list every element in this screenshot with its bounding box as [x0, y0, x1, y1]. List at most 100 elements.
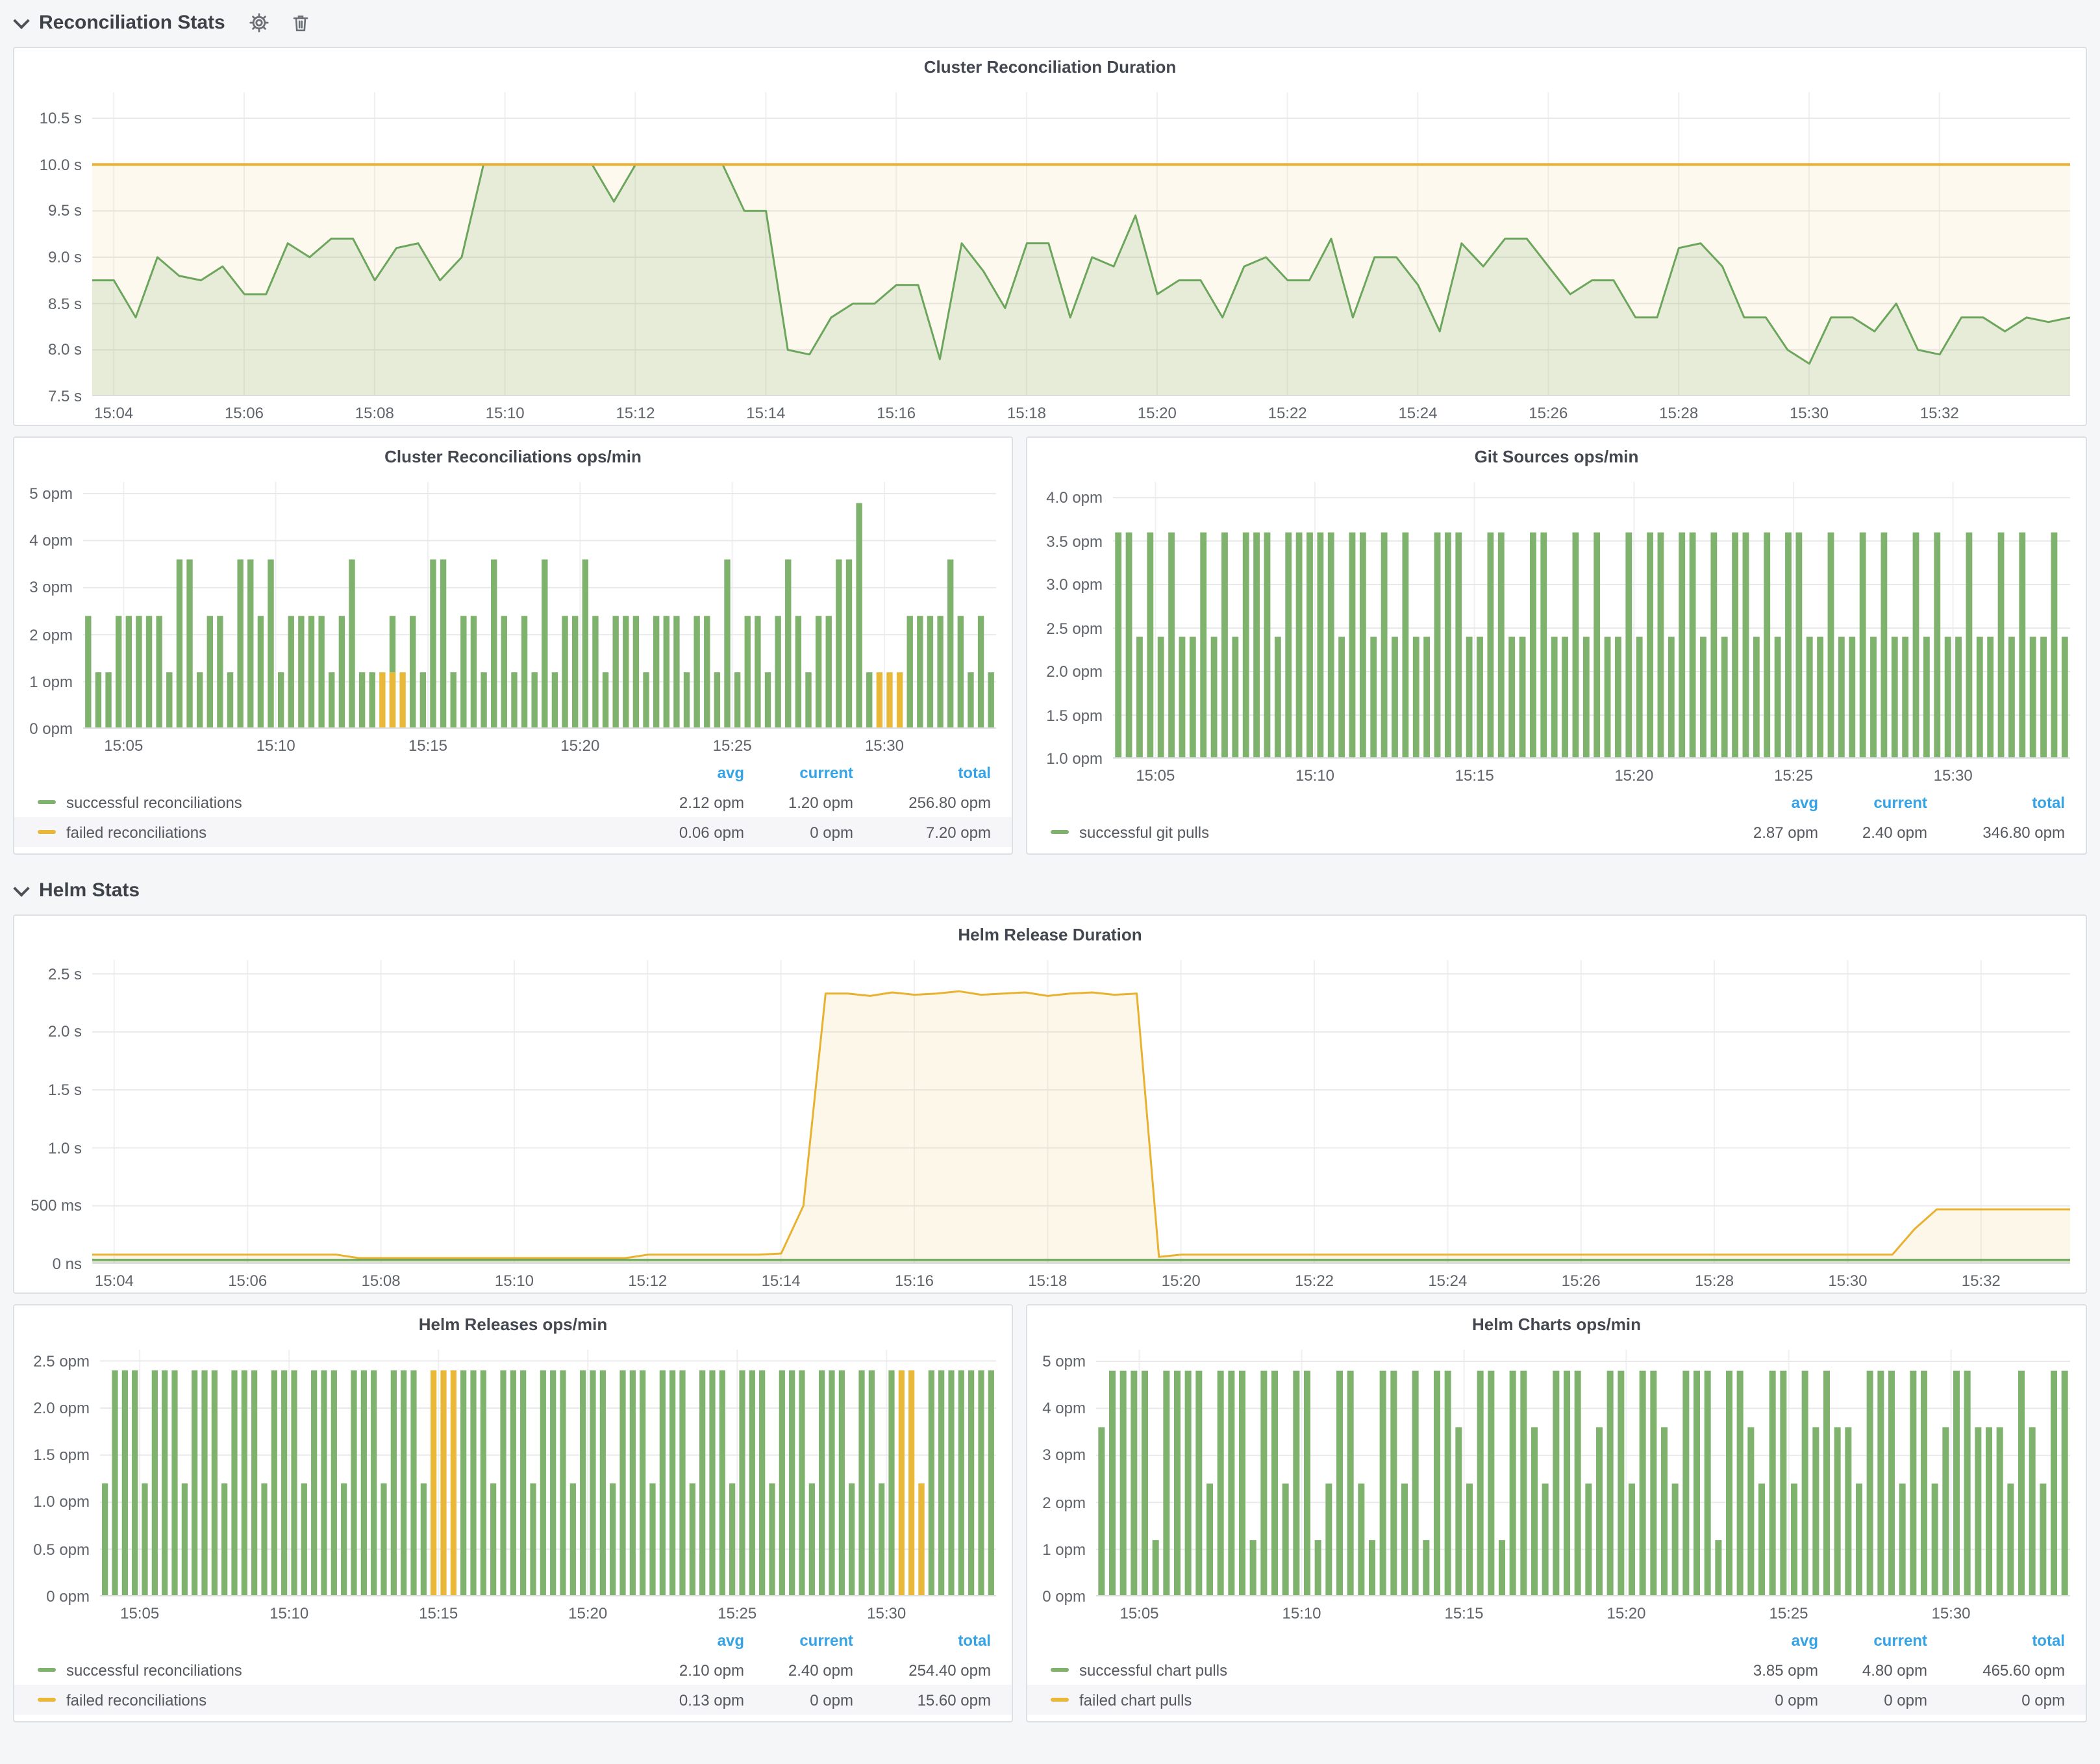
legend-current-value: 2.40 opm — [1818, 823, 1927, 841]
chart-plot-area[interactable]: 4.0 opm3.5 opm3.0 opm2.5 opm2.0 opm1.5 o… — [1035, 472, 2078, 787]
x-tick-label: 15:16 — [895, 1272, 934, 1290]
legend-header-row: avgcurrenttotal — [14, 1625, 1012, 1655]
y-tick-label: 7.5 s — [22, 387, 82, 405]
chart-canvas[interactable] — [92, 92, 2070, 396]
chart-plot-area[interactable]: 5 opm4 opm3 opm2 opm1 opm0 opm15:0515:10… — [22, 472, 1004, 757]
y-tick-label: 1 opm — [1035, 1541, 1086, 1559]
legend-sort-avg[interactable]: avg — [1709, 1631, 1818, 1649]
chart-canvas[interactable] — [1113, 482, 2070, 759]
x-tick-label: 15:05 — [120, 1604, 159, 1622]
x-tick-label: 15:14 — [762, 1272, 801, 1290]
panel-helm-releases-opm: Helm Releases ops/min 2.5 opm2.0 opm1.5 … — [13, 1304, 1013, 1722]
x-tick-label: 15:22 — [1295, 1272, 1334, 1290]
panel-title[interactable]: Helm Releases ops/min — [14, 1315, 1012, 1339]
legend: avgcurrenttotal successful chart pulls 3.8… — [1027, 1625, 2086, 1721]
panel-helm-release-duration: Helm Release Duration 2.5 s2.0 s1.5 s1.0… — [13, 914, 2087, 1294]
legend-current-value: 1.20 opm — [744, 793, 853, 811]
legend-sort-avg[interactable]: avg — [635, 763, 744, 781]
chart-plot-area[interactable]: 2.5 s2.0 s1.5 s1.0 s500 ms0 ns15:0415:06… — [22, 950, 2078, 1292]
y-tick-label: 10.5 s — [22, 109, 82, 127]
x-tick-label: 15:26 — [1562, 1272, 1601, 1290]
legend-sort-avg[interactable]: avg — [635, 1631, 744, 1649]
x-tick-label: 15:25 — [1774, 766, 1813, 785]
y-tick-label: 8.0 s — [22, 341, 82, 359]
chart-plot-area[interactable]: 10.5 s10.0 s9.5 s9.0 s8.5 s8.0 s7.5 s15:… — [22, 82, 2078, 425]
y-tick-label: 0 opm — [1035, 1587, 1086, 1606]
legend-sort-avg[interactable]: avg — [1709, 793, 1818, 811]
legend-sort-total[interactable]: total — [1927, 1631, 2065, 1649]
x-tick-label: 15:20 — [568, 1604, 607, 1622]
legend-series-label[interactable]: failed chart pulls — [1079, 1691, 1192, 1709]
legend-sort-total[interactable]: total — [853, 763, 991, 781]
x-tick-label: 15:24 — [1428, 1272, 1467, 1290]
chart-canvas[interactable] — [100, 1350, 996, 1596]
chevron-down-icon[interactable] — [13, 12, 29, 28]
legend-series-label[interactable]: successful git pulls — [1079, 823, 1209, 841]
section-header-helm-stats: Helm Stats — [16, 870, 2087, 909]
x-tick-label: 15:10 — [486, 404, 525, 422]
gear-icon[interactable] — [250, 12, 269, 32]
x-tick-label: 15:04 — [94, 404, 133, 422]
legend-sort-current[interactable]: current — [1818, 793, 1927, 811]
panel-title[interactable]: Helm Charts ops/min — [1027, 1315, 2086, 1339]
chevron-down-icon[interactable] — [13, 879, 29, 896]
legend-sort-current[interactable]: current — [1818, 1631, 1927, 1649]
y-tick-label: 2.5 s — [22, 964, 82, 983]
legend-row: failed chart pulls0 opm0 opm0 opm — [1027, 1685, 2086, 1715]
chart-canvas[interactable] — [92, 960, 2070, 1264]
panel-cluster-reconciliation-duration: Cluster Reconciliation Duration 10.5 s10… — [13, 47, 2087, 426]
section-header-reconciliation-stats: Reconciliation Stats — [16, 3, 2087, 42]
legend-series-label[interactable]: failed reconciliations — [66, 1691, 206, 1709]
x-tick-label: 15:32 — [1920, 404, 1959, 422]
legend-swatch — [38, 830, 56, 834]
x-tick-label: 15:28 — [1695, 1272, 1734, 1290]
legend-sort-current[interactable]: current — [744, 1631, 853, 1649]
x-tick-label: 15:30 — [1790, 404, 1829, 422]
legend-header-row: avgcurrenttotal — [14, 757, 1012, 787]
chart-canvas[interactable] — [83, 482, 996, 729]
legend-sort-current[interactable]: current — [744, 763, 853, 781]
legend-current-value: 0 opm — [744, 823, 853, 841]
chart-plot-area[interactable]: 5 opm4 opm3 opm2 opm1 opm0 opm15:0515:10… — [1035, 1339, 2078, 1625]
legend-row: failed reconciliations0.06 opm0 opm7.20 … — [14, 817, 1012, 847]
legend: avgcurrenttotal successful git pulls2.87 … — [1027, 787, 2086, 853]
x-tick-label: 15:10 — [495, 1272, 534, 1290]
x-tick-label: 15:32 — [1962, 1272, 2001, 1290]
legend-total-value: 346.80 opm — [1927, 823, 2065, 841]
legend-series-label[interactable]: successful reconciliations — [66, 793, 242, 811]
section-title[interactable]: Helm Stats — [39, 879, 140, 901]
legend: avgcurrenttotal successful reconciliation… — [14, 757, 1012, 853]
x-tick-label: 15:15 — [1455, 766, 1494, 785]
legend-avg-value: 0.13 opm — [635, 1691, 744, 1709]
legend-total-value: 256.80 opm — [853, 793, 991, 811]
legend-series-label[interactable]: successful reconciliations — [66, 1661, 242, 1679]
legend-series-label[interactable]: failed reconciliations — [66, 823, 206, 841]
x-tick-label: 15:30 — [1931, 1604, 1970, 1622]
legend-row: successful git pulls2.87 opm2.40 opm346.… — [1027, 817, 2086, 847]
legend-avg-value: 3.85 opm — [1709, 1661, 1818, 1679]
legend-swatch — [38, 1698, 56, 1702]
legend-series-label[interactable]: successful chart pulls — [1079, 1661, 1227, 1679]
legend-current-value: 0 opm — [1818, 1691, 1927, 1709]
y-tick-label: 0 opm — [22, 1587, 90, 1606]
chart-canvas[interactable] — [1096, 1350, 2070, 1596]
chart-plot-area[interactable]: 2.5 opm2.0 opm1.5 opm1.0 opm0.5 opm0 opm… — [22, 1339, 1004, 1625]
trash-icon[interactable] — [292, 12, 311, 32]
legend-total-value: 0 opm — [1927, 1691, 2065, 1709]
x-tick-label: 15:18 — [1007, 404, 1046, 422]
panel-title[interactable]: Git Sources ops/min — [1027, 447, 2086, 472]
panel-title[interactable]: Helm Release Duration — [14, 925, 2086, 950]
x-tick-label: 15:30 — [1828, 1272, 1867, 1290]
legend-sort-total[interactable]: total — [853, 1631, 991, 1649]
section-title[interactable]: Reconciliation Stats — [39, 11, 225, 33]
y-tick-label: 2.5 opm — [22, 1352, 90, 1370]
panel-title[interactable]: Cluster Reconciliations ops/min — [14, 447, 1012, 472]
legend-sort-total[interactable]: total — [1927, 793, 2065, 811]
y-tick-label: 1.0 opm — [1035, 750, 1103, 768]
x-tick-label: 15:30 — [867, 1604, 906, 1622]
dashboard: Reconciliation Stats Cluster Re — [0, 0, 2100, 1733]
y-tick-label: 1.5 opm — [22, 1446, 90, 1464]
panel-title[interactable]: Cluster Reconciliation Duration — [14, 57, 2086, 82]
y-tick-label: 8.5 s — [22, 294, 82, 312]
y-tick-label: 4 opm — [1035, 1399, 1086, 1417]
